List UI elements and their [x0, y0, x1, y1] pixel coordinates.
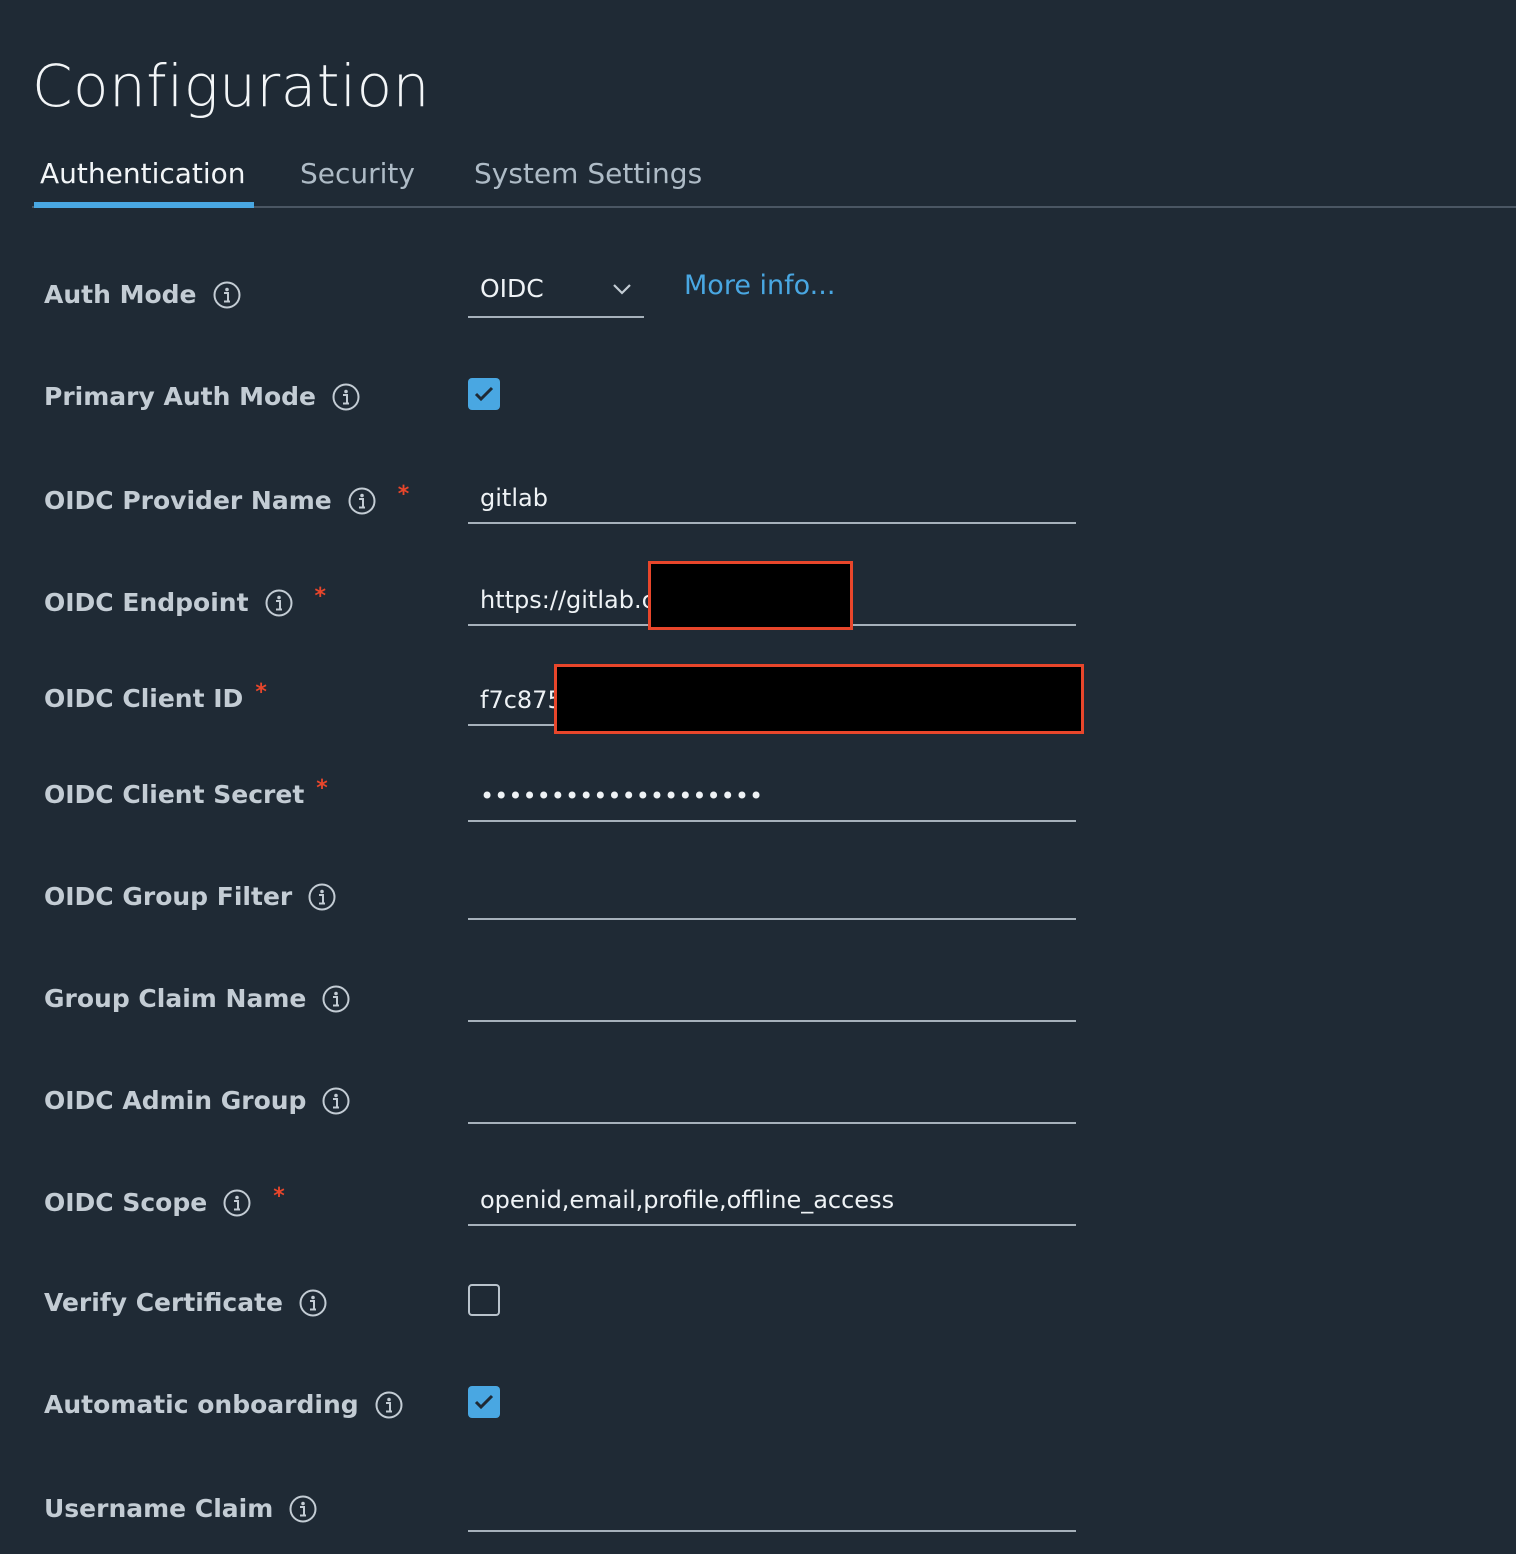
oidc-client-secret-input[interactable] — [468, 776, 1070, 816]
oidc-client-secret-row: OIDC Client Secret * — [44, 772, 1144, 832]
tab-authentication[interactable]: Authentication — [34, 150, 254, 208]
group-claim-name-row: Group Claim Name — [44, 972, 1144, 1032]
oidc-client-id-input[interactable] — [468, 680, 560, 720]
redaction-box-endpoint — [648, 561, 853, 630]
oidc-scope-input[interactable] — [468, 1180, 1070, 1220]
oidc-group-filter-field — [468, 874, 1076, 920]
tab-system-settings[interactable]: System Settings — [474, 150, 702, 206]
oidc-scope-field — [468, 1180, 1076, 1226]
info-circle-icon[interactable] — [332, 383, 360, 411]
redaction-box-client-id — [554, 664, 1084, 734]
username-claim-row: Username Claim — [44, 1482, 1144, 1542]
oidc-client-secret-field — [468, 776, 1076, 822]
primary-auth-mode-label: Primary Auth Mode — [44, 382, 316, 411]
automatic-onboarding-label: Automatic onboarding — [44, 1390, 359, 1419]
oidc-endpoint-label: OIDC Endpoint — [44, 588, 249, 617]
primary-auth-mode-checkbox[interactable] — [468, 378, 500, 410]
oidc-endpoint-row: OIDC Endpoint * — [44, 576, 1144, 636]
required-marker: * — [316, 776, 328, 801]
info-circle-icon[interactable] — [299, 1289, 327, 1317]
group-claim-name-input[interactable] — [468, 976, 1070, 1016]
more-info-link[interactable]: More info... — [684, 270, 835, 301]
automatic-onboarding-checkbox[interactable] — [468, 1386, 500, 1418]
info-circle-icon[interactable] — [322, 985, 350, 1013]
info-circle-icon[interactable] — [213, 281, 241, 309]
chevron-down-icon — [613, 284, 631, 295]
required-marker: * — [273, 1184, 285, 1209]
automatic-onboarding-row: Automatic onboarding — [44, 1380, 1144, 1440]
primary-auth-mode-row: Primary Auth Mode — [44, 372, 1144, 432]
oidc-group-filter-input[interactable] — [468, 874, 1070, 914]
oidc-scope-row: OIDC Scope * — [44, 1176, 1144, 1236]
info-circle-icon[interactable] — [308, 883, 336, 911]
check-icon — [474, 386, 494, 402]
username-claim-field — [468, 1486, 1076, 1532]
username-claim-label: Username Claim — [44, 1494, 274, 1523]
required-marker: * — [397, 482, 410, 507]
verify-certificate-row: Verify Certificate — [44, 1278, 1144, 1338]
oidc-client-id-field — [468, 680, 560, 726]
configuration-page: Configuration Authentication Security Sy… — [0, 0, 1516, 1554]
info-circle-icon[interactable] — [223, 1189, 251, 1217]
required-marker: * — [255, 680, 267, 705]
auth-mode-label: Auth Mode — [44, 280, 197, 309]
oidc-provider-name-label: OIDC Provider Name — [44, 486, 332, 515]
oidc-provider-name-row: OIDC Provider Name * — [44, 474, 1144, 534]
oidc-scope-label: OIDC Scope — [44, 1188, 208, 1217]
oidc-admin-group-field — [468, 1078, 1076, 1124]
oidc-admin-group-label: OIDC Admin Group — [44, 1086, 307, 1115]
group-claim-name-field — [468, 976, 1076, 1022]
auth-mode-row: Auth Mode OIDC More info... — [44, 268, 1144, 328]
auth-mode-select[interactable]: OIDC — [468, 268, 644, 318]
oidc-admin-group-input[interactable] — [468, 1078, 1070, 1118]
page-title: Configuration — [32, 52, 430, 120]
tab-security[interactable]: Security — [300, 150, 415, 206]
verify-certificate-label: Verify Certificate — [44, 1288, 283, 1317]
check-icon — [474, 1394, 494, 1410]
info-circle-icon[interactable] — [289, 1495, 317, 1523]
oidc-provider-name-field — [468, 478, 1076, 524]
auth-mode-value: OIDC — [480, 274, 544, 303]
oidc-client-secret-label: OIDC Client Secret — [44, 780, 305, 809]
oidc-provider-name-input[interactable] — [468, 478, 1070, 518]
info-circle-icon[interactable] — [265, 589, 293, 617]
required-marker: * — [314, 584, 327, 609]
verify-certificate-checkbox[interactable] — [468, 1284, 500, 1316]
info-circle-icon[interactable] — [348, 487, 376, 515]
oidc-client-id-label: OIDC Client ID — [44, 684, 244, 713]
oidc-admin-group-row: OIDC Admin Group — [44, 1074, 1144, 1134]
oidc-group-filter-row: OIDC Group Filter — [44, 870, 1144, 930]
oidc-group-filter-label: OIDC Group Filter — [44, 882, 293, 911]
username-claim-input[interactable] — [468, 1486, 1070, 1526]
info-circle-icon[interactable] — [322, 1087, 350, 1115]
info-circle-icon[interactable] — [375, 1391, 403, 1419]
tab-bar: Authentication Security System Settings — [32, 150, 1516, 208]
group-claim-name-label: Group Claim Name — [44, 984, 307, 1013]
